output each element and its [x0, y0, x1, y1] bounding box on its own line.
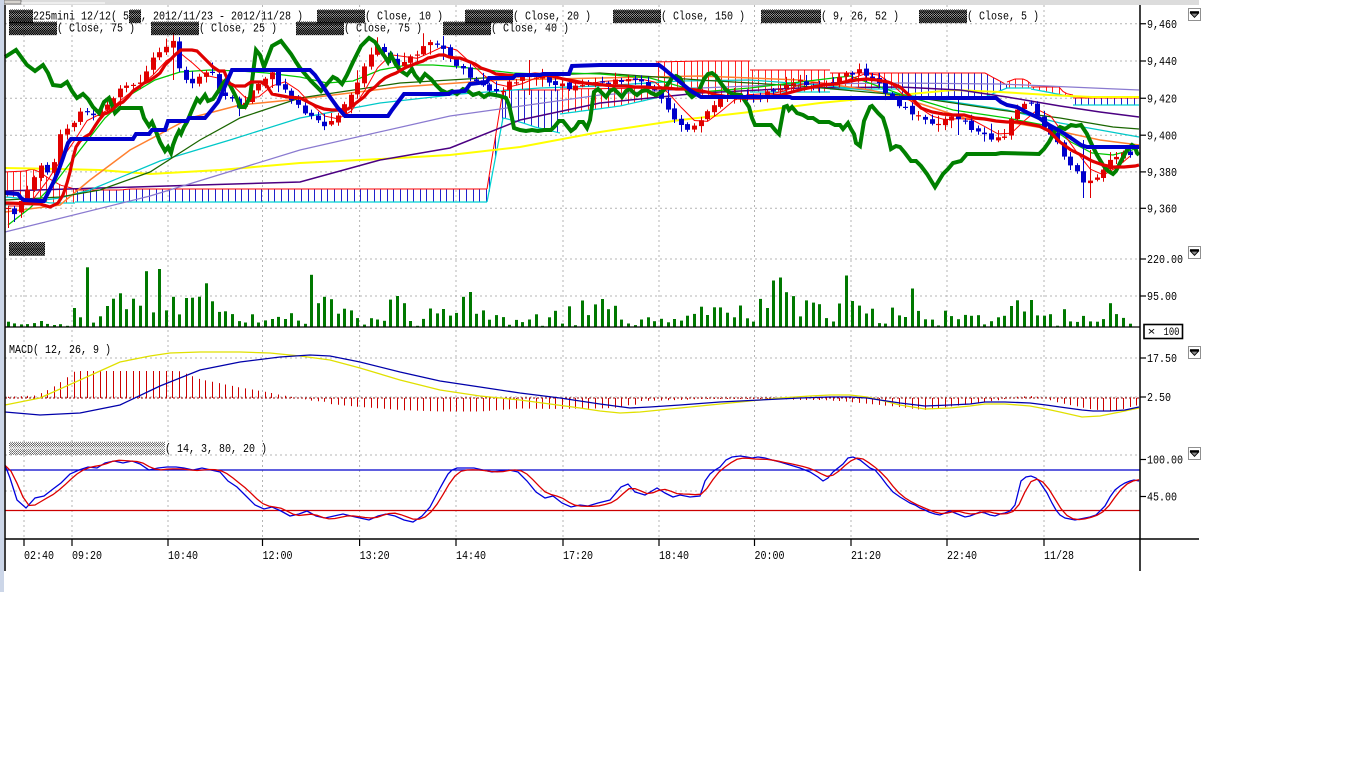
- svg-text:20:00: 20:00: [755, 549, 785, 563]
- svg-text:17.50: 17.50: [1147, 352, 1177, 366]
- svg-text:×: ×: [1148, 327, 1156, 339]
- svg-text:100.00: 100.00: [1147, 454, 1183, 468]
- svg-text:( Close, 150 ): ( Close, 150 ): [661, 10, 745, 24]
- svg-text:▓▓▓▓▓: ▓▓▓▓▓: [761, 10, 822, 24]
- svg-text:( Close, 25 ): ( Close, 25 ): [199, 22, 277, 36]
- svg-text:13:20: 13:20: [360, 549, 390, 563]
- svg-text:▓▓▓▓: ▓▓▓▓: [613, 10, 662, 24]
- svg-text:( Close, 75 ): ( Close, 75 ): [57, 22, 135, 36]
- svg-text:9,360: 9,360: [1147, 203, 1177, 217]
- svg-text:10:40: 10:40: [168, 549, 198, 563]
- svg-text:( Close, 5 ): ( Close, 5 ): [967, 10, 1039, 24]
- svg-text:21:20: 21:20: [851, 549, 881, 563]
- svg-text:220.00: 220.00: [1147, 253, 1183, 267]
- svg-text:( Close, 40 ): ( Close, 40 ): [491, 22, 569, 36]
- svg-text:▓▓▓▓: ▓▓▓▓: [9, 22, 58, 36]
- svg-text:▓▓▓▓: ▓▓▓▓: [443, 22, 492, 36]
- svg-text:▓▓▓: ▓▓▓: [9, 242, 46, 256]
- svg-text:9,440: 9,440: [1147, 55, 1177, 69]
- svg-text:9,420: 9,420: [1147, 92, 1177, 106]
- svg-text:( Close, 75 ): ( Close, 75 ): [344, 22, 422, 36]
- svg-text:18:40: 18:40: [659, 549, 689, 563]
- svg-text:( 9, 26, 52 ): ( 9, 26, 52 ): [821, 10, 899, 24]
- svg-text:11/28: 11/28: [1044, 549, 1074, 563]
- svg-text:2.50: 2.50: [1147, 391, 1171, 405]
- svg-text:45.00: 45.00: [1147, 491, 1177, 505]
- svg-text:22:40: 22:40: [947, 549, 977, 563]
- svg-text:17:20: 17:20: [563, 549, 593, 563]
- svg-text:▓▓▓▓: ▓▓▓▓: [919, 10, 968, 24]
- svg-text:( 14, 3, 80, 20 ): ( 14, 3, 80, 20 ): [165, 442, 267, 456]
- svg-text:02:40: 02:40: [24, 549, 54, 563]
- svg-text:9,400: 9,400: [1147, 129, 1177, 143]
- svg-text:9,380: 9,380: [1147, 166, 1177, 180]
- svg-text:9,460: 9,460: [1147, 18, 1177, 32]
- svg-text:09:20: 09:20: [72, 549, 102, 563]
- svg-text:▓▓▓▓: ▓▓▓▓: [151, 22, 200, 36]
- svg-text:100: 100: [1164, 327, 1180, 339]
- svg-text:▒▒▒▒▒▒▒▒▒▒▒▒▒: ▒▒▒▒▒▒▒▒▒▒▒▒▒: [9, 442, 166, 456]
- svg-text:12:00: 12:00: [263, 549, 293, 563]
- svg-text:95.00: 95.00: [1147, 290, 1177, 304]
- svg-text:14:40: 14:40: [456, 549, 486, 563]
- svg-text:MACD( 12, 26, 9 ): MACD( 12, 26, 9 ): [9, 343, 111, 357]
- svg-text:▓▓▓▓: ▓▓▓▓: [296, 22, 345, 36]
